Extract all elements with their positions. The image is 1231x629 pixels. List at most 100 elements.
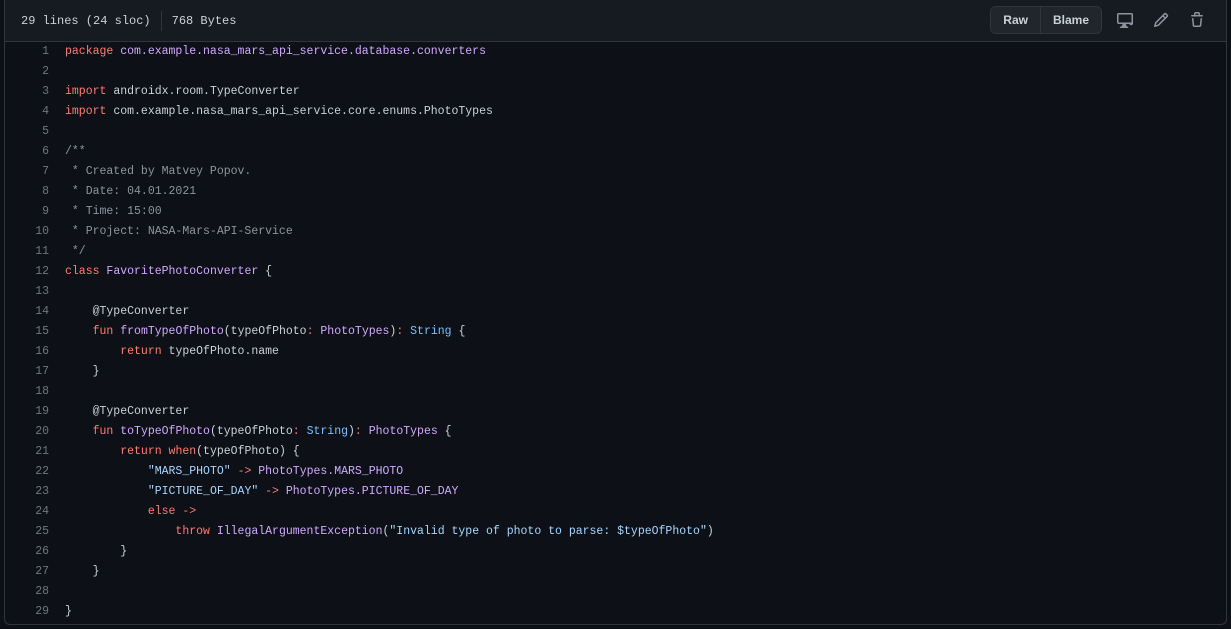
line-number[interactable]: 9	[5, 202, 65, 222]
code-content: */	[65, 242, 86, 262]
line-number[interactable]: 16	[5, 342, 65, 362]
code-token: PhotoTypes.PICTURE_OF_DAY	[285, 485, 459, 498]
code-line: 5	[5, 122, 1226, 142]
code-token: }	[65, 545, 128, 558]
code-token: }	[65, 565, 100, 578]
line-number[interactable]: 14	[5, 302, 65, 322]
code-token: ->	[237, 465, 252, 478]
code-line: 20 fun toTypeOfPhoto(typeOfPhoto: String…	[5, 422, 1226, 442]
code-token: {	[437, 425, 452, 438]
line-number[interactable]: 26	[5, 542, 65, 562]
code-token: "PICTURE_OF_DAY"	[147, 485, 259, 498]
code-line: 15 fun fromTypeOfPhoto(typeOfPhoto: Phot…	[5, 322, 1226, 342]
code-token: /**	[65, 145, 86, 158]
code-token: (typeOfPhoto	[223, 325, 307, 338]
line-number[interactable]: 24	[5, 502, 65, 522]
code-line: 8 * Date: 04.01.2021	[5, 182, 1226, 202]
code-line: 16 return typeOfPhoto.name	[5, 342, 1226, 362]
line-number[interactable]: 10	[5, 222, 65, 242]
line-number[interactable]: 28	[5, 582, 65, 602]
code-line: 4 import com.example.nasa_mars_api_servic…	[5, 102, 1226, 122]
desktop-icon[interactable]	[1112, 7, 1138, 33]
trash-icon[interactable]	[1184, 7, 1210, 33]
code-content: /**	[65, 142, 86, 162]
line-number[interactable]: 22	[5, 462, 65, 482]
code-line: 23 "PICTURE_OF_DAY" -> PhotoTypes.PICTUR…	[5, 482, 1226, 502]
code-line: 7 * Created by Matvey Popov.	[5, 162, 1226, 182]
line-number[interactable]: 21	[5, 442, 65, 462]
code-content: fun fromTypeOfPhoto(typeOfPhoto: PhotoTy…	[65, 322, 466, 342]
code-content: * Created by Matvey Popov.	[65, 162, 251, 182]
code-token: * Project: NASA-Mars-API-Service	[65, 225, 293, 238]
code-content: }	[65, 562, 100, 582]
code-token: )	[706, 525, 714, 538]
raw-button[interactable]: Raw	[991, 7, 1040, 33]
code-content: "PICTURE_OF_DAY" -> PhotoTypes.PICTURE_O…	[65, 482, 459, 502]
code-content: return typeOfPhoto.name	[65, 342, 279, 362]
code-token: else	[147, 505, 176, 518]
pencil-icon[interactable]	[1148, 7, 1174, 33]
code-token: )	[348, 425, 355, 438]
code-line: 18	[5, 382, 1226, 402]
code-line: 12 class FavoritePhotoConverter {	[5, 262, 1226, 282]
code-token: PhotoTypes.MARS_PHOTO	[258, 465, 404, 478]
line-number[interactable]: 13	[5, 282, 65, 302]
code-token: return	[120, 445, 162, 458]
code-token: :	[354, 425, 362, 438]
line-number[interactable]: 17	[5, 362, 65, 382]
code-token: fromTypeOfPhoto	[120, 325, 224, 338]
line-number[interactable]: 23	[5, 482, 65, 502]
code-token: String	[306, 425, 349, 438]
code-token: @TypeConverter	[65, 405, 190, 418]
code-token: PhotoTypes	[368, 425, 438, 438]
code-token: {	[451, 325, 466, 338]
code-content: else ->	[65, 502, 196, 522]
code-token: typeOfPhoto.name	[161, 345, 279, 358]
file-header: 29 lines (24 sloc) 768 Bytes Raw Blame	[5, 0, 1226, 42]
code-token: when	[168, 445, 197, 458]
code-content: }	[65, 362, 100, 382]
code-content: @TypeConverter	[65, 402, 190, 422]
line-number[interactable]: 29	[5, 602, 65, 622]
line-number[interactable]: 20	[5, 422, 65, 442]
line-number[interactable]: 8	[5, 182, 65, 202]
code-token: */	[65, 245, 86, 258]
code-token: :	[306, 325, 314, 338]
line-number[interactable]: 5	[5, 122, 65, 142]
code-content: * Project: NASA-Mars-API-Service	[65, 222, 293, 242]
line-number[interactable]: 15	[5, 322, 65, 342]
code-token: import	[65, 105, 107, 118]
code-content: import com.example.nasa_mars_api_service…	[65, 102, 493, 122]
line-number[interactable]: 1	[5, 42, 65, 62]
line-number[interactable]: 27	[5, 562, 65, 582]
line-number[interactable]: 11	[5, 242, 65, 262]
code-token: ->	[265, 485, 279, 498]
line-number[interactable]: 25	[5, 522, 65, 542]
line-number[interactable]: 18	[5, 382, 65, 402]
code-line: 21 return when(typeOfPhoto) {	[5, 442, 1226, 462]
code-token: package	[65, 45, 114, 58]
code-line: 27 }	[5, 562, 1226, 582]
code-token: com.example.nasa_mars_api_service.databa…	[120, 45, 486, 58]
line-number[interactable]: 2	[5, 62, 65, 82]
code-view: 1 package com.example.nasa_mars_api_servi…	[5, 42, 1226, 622]
code-line: 6/**	[5, 142, 1226, 162]
line-number[interactable]: 3	[5, 82, 65, 102]
code-token: * Time: 15:00	[65, 205, 162, 218]
line-number[interactable]: 6	[5, 142, 65, 162]
line-number[interactable]: 7	[5, 162, 65, 182]
code-content: fun toTypeOfPhoto(typeOfPhoto: String): …	[65, 422, 452, 442]
blame-button[interactable]: Blame	[1039, 7, 1101, 33]
line-number[interactable]: 19	[5, 402, 65, 422]
code-token: :	[292, 425, 300, 438]
code-token: import	[65, 85, 107, 98]
line-number[interactable]: 4	[5, 102, 65, 122]
code-line: 13	[5, 282, 1226, 302]
line-number[interactable]: 12	[5, 262, 65, 282]
code-token: }	[65, 605, 72, 618]
